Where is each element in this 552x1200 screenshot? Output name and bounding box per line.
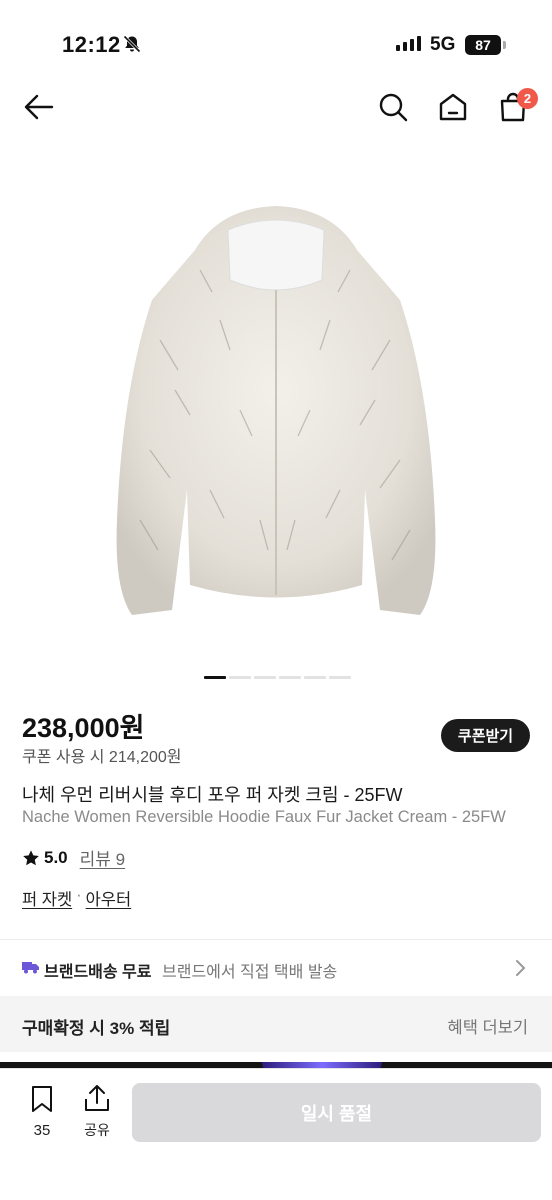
category-link-fur-jacket[interactable]: 퍼 자켓 — [22, 886, 72, 910]
get-coupon-button[interactable]: 쿠폰받기 — [441, 719, 530, 752]
shipping-info-row[interactable]: 브랜드배송 무료 브랜드에서 직접 택배 발송 — [0, 945, 552, 991]
benefit-label: 구매확정 시 3% 적립 — [22, 1019, 171, 1038]
home-icon[interactable] — [436, 90, 470, 124]
benefit-more-link[interactable]: 혜택 더보기 — [448, 1014, 528, 1038]
silent-bell-icon — [122, 34, 142, 59]
rating-score: 5.0 — [44, 847, 68, 867]
product-image[interactable] — [100, 190, 452, 630]
chevron-right-icon — [515, 959, 527, 982]
share-icon — [85, 1085, 109, 1111]
breadcrumb: 퍼 자켓 · 아우터 — [22, 886, 131, 910]
shipping-detail: 브랜드에서 직접 택배 발송 — [162, 964, 338, 981]
bookmark-button[interactable]: 35 — [22, 1085, 62, 1139]
status-time: 12:12 — [62, 32, 121, 57]
image-pager — [204, 676, 351, 679]
truck-icon — [22, 960, 39, 979]
shipping-label: 브랜드배송 무료 — [44, 964, 152, 981]
review-link[interactable]: 리뷰 9 — [80, 845, 125, 870]
bookmark-count: 35 — [33, 1122, 51, 1139]
signal-icon — [396, 36, 421, 51]
bookmark-icon — [32, 1086, 52, 1112]
divider — [0, 939, 552, 940]
search-icon[interactable] — [376, 90, 410, 124]
network-type: 5G — [430, 34, 456, 55]
share-label: 공유 — [84, 1122, 110, 1138]
product-title: 나체 우먼 리버시블 후디 포우 퍼 자켓 크림 - 25FW — [22, 785, 403, 805]
rating: 5.0 리뷰 9 — [22, 845, 125, 870]
benefit-row: 구매확정 시 3% 적립 혜택 더보기 — [0, 996, 552, 1052]
category-separator: · — [76, 886, 82, 904]
back-arrow-icon[interactable] — [22, 90, 56, 124]
product-price: 238,000원 — [22, 713, 145, 743]
star-icon — [23, 849, 39, 865]
category-link-outer[interactable]: 아우터 — [86, 886, 132, 910]
product-title-english: Nache Women Reversible Hoodie Faux Fur J… — [22, 808, 506, 826]
coupon-price: 쿠폰 사용 시 214,200원 — [22, 749, 182, 766]
battery-icon: 87 — [465, 35, 501, 55]
bottom-action-bar: 35 공유 일시 품절 — [0, 1068, 552, 1200]
sold-out-button[interactable]: 일시 품절 — [132, 1083, 541, 1142]
share-button[interactable]: 공유 — [76, 1083, 118, 1140]
top-nav — [0, 80, 552, 136]
status-bar: 12:12 5G 87 — [0, 0, 552, 90]
cart-count-badge: 2 — [517, 88, 538, 109]
